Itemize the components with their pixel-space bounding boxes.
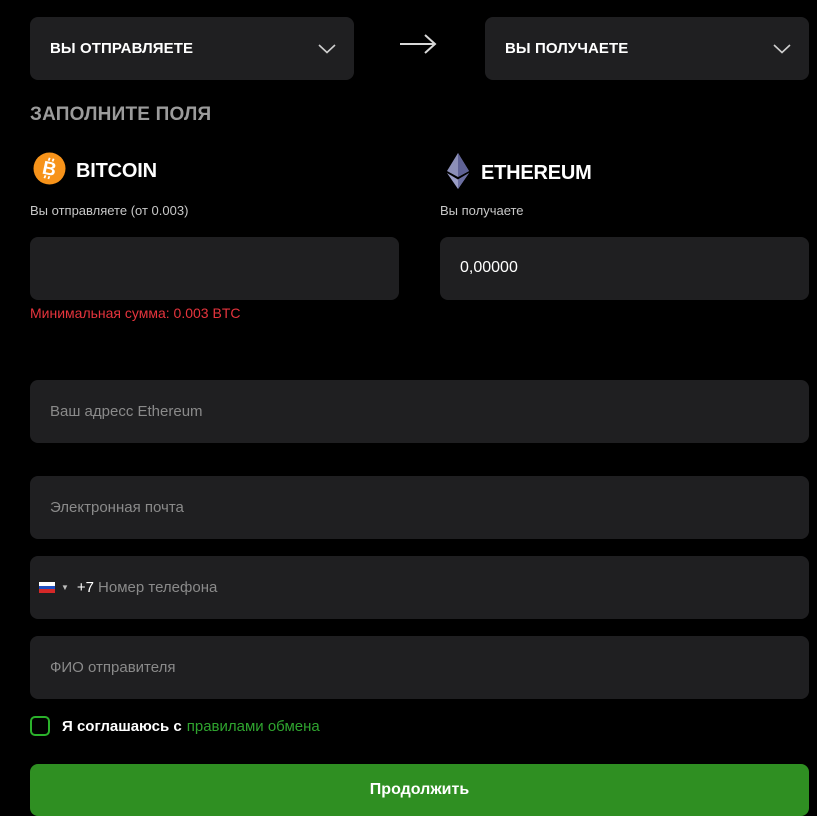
send-amount-input[interactable]	[30, 237, 399, 300]
receive-coin-header: ETHEREUM	[445, 152, 592, 195]
email-input[interactable]	[30, 476, 809, 539]
email-field[interactable]	[30, 476, 809, 539]
caret-down-icon[interactable]: ▼	[61, 583, 69, 592]
phone-field[interactable]: ▼ +7	[30, 556, 809, 619]
min-amount-error: Минимальная сумма: 0.003 BTC	[30, 305, 241, 321]
send-amount-field[interactable]	[30, 237, 399, 300]
send-coin-name: BITCOIN	[76, 159, 157, 182]
russia-flag-icon[interactable]	[39, 582, 55, 594]
phone-input[interactable]	[94, 556, 809, 619]
chevron-down-icon	[318, 43, 336, 54]
chevron-down-icon	[773, 43, 791, 54]
continue-button[interactable]: Продолжить	[30, 764, 809, 816]
agreement-text: Я соглашаюсь с	[62, 717, 182, 735]
ethereum-icon	[445, 152, 471, 195]
arrow-right-icon	[398, 32, 438, 61]
exchange-rules-link[interactable]: правилами обмена	[187, 718, 320, 735]
receive-amount-value: 0,00000	[460, 259, 518, 276]
receive-amount-label: Вы получаете	[440, 203, 524, 218]
send-coin-header: B BITCOIN	[33, 152, 157, 190]
bitcoin-icon: B	[33, 152, 66, 190]
send-currency-label: ВЫ ОТПРАВЛЯЕТЕ	[50, 40, 194, 57]
receive-amount-field: 0,00000	[440, 237, 809, 300]
receive-currency-select[interactable]: ВЫ ПОЛУЧАЕТЕ	[485, 17, 809, 80]
phone-country-code: +7	[76, 579, 95, 596]
ethereum-address-input[interactable]	[30, 380, 809, 443]
sender-name-input[interactable]	[30, 636, 809, 699]
receive-currency-label: ВЫ ПОЛУЧАЕТЕ	[505, 40, 629, 57]
send-amount-label: Вы отправляете (от 0.003)	[30, 203, 189, 218]
sender-name-field[interactable]	[30, 636, 809, 699]
send-currency-select[interactable]: ВЫ ОТПРАВЛЯЕТЕ	[30, 17, 354, 80]
ethereum-address-field[interactable]	[30, 380, 809, 443]
section-title: ЗАПОЛНИТЕ ПОЛЯ	[30, 104, 212, 125]
agreement-row: Я соглашаюсь с правилами обмена	[30, 716, 320, 736]
receive-coin-name: ETHEREUM	[481, 162, 592, 184]
agreement-checkbox[interactable]	[30, 716, 50, 736]
